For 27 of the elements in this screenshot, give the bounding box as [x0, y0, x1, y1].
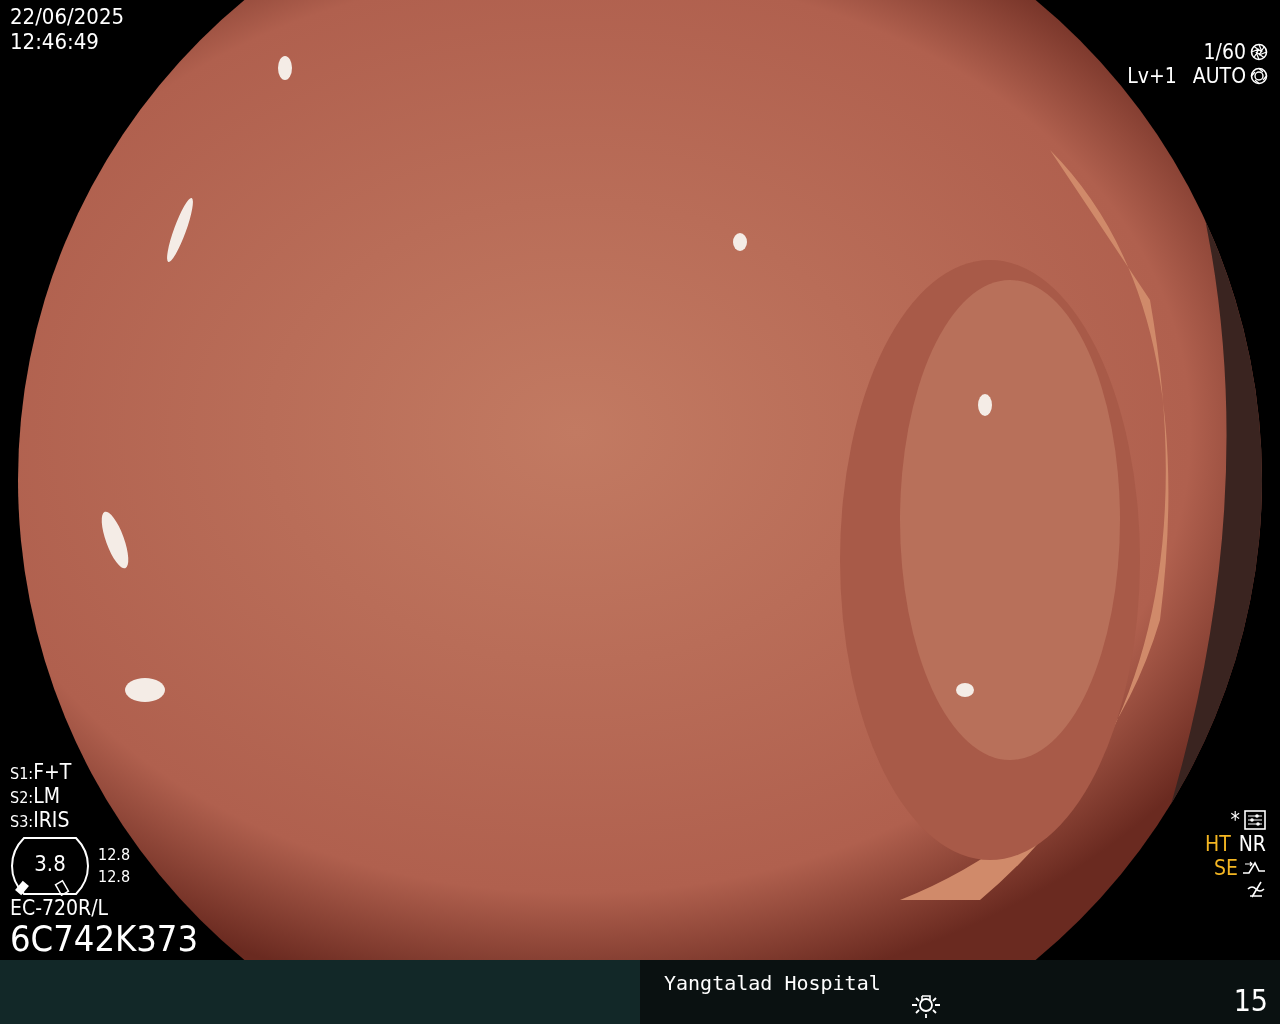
setting-key: S1: — [10, 764, 34, 784]
date-text: 22/06/2025 — [10, 4, 125, 30]
serial-number-text: 6C742K373 — [10, 920, 199, 958]
feature-label: NR — [1238, 832, 1266, 857]
settings-sliders-icon — [1244, 810, 1266, 831]
scope-model-text: EC-720R/L — [10, 896, 110, 921]
aperture-icon — [1250, 67, 1268, 86]
setting-value: IRIS — [33, 807, 70, 833]
gauge-value: 3.8 — [34, 851, 66, 877]
time-text: 12:46:49 — [10, 29, 100, 55]
feature-label: SE — [1214, 856, 1238, 881]
exposure-level-text: Lv+1 — [1127, 64, 1177, 89]
setting-value: F+T — [33, 759, 72, 784]
slashed-wave-icon — [1246, 880, 1266, 899]
image-counter: 15 — [1233, 986, 1268, 1016]
hospital-name: Yangtalad Hospital — [664, 970, 881, 997]
iris-mode-text: AUTO — [1192, 64, 1246, 89]
aperture-icon — [1250, 43, 1268, 62]
gauge-reading: 12.8 — [98, 843, 131, 866]
setting-key: S2: — [10, 788, 34, 808]
gauge-outline-icon — [10, 836, 90, 897]
shutter-speed-text: 1/60 — [1203, 40, 1246, 65]
feature-label: HT — [1205, 832, 1231, 857]
asterisk-mark: * — [1230, 808, 1240, 833]
setting-key: S3: — [10, 812, 34, 832]
setting-value: LM — [33, 783, 60, 808]
gauge-reading: 12.8 — [98, 866, 131, 889]
